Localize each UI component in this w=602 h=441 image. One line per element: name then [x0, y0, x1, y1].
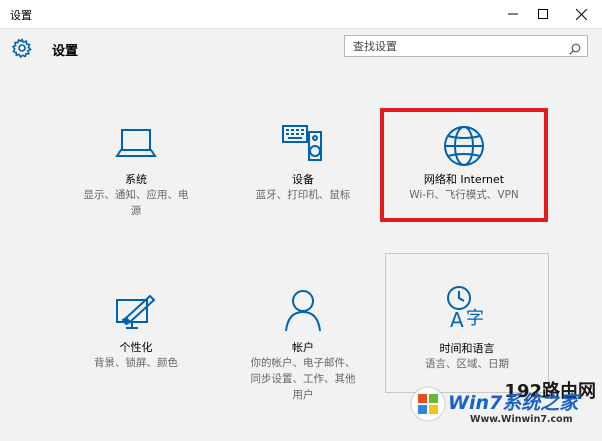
gear-icon [11, 37, 32, 62]
tile-personalization[interactable]: 个性化 背景、锁屏、颜色 [55, 282, 217, 382]
keyboard-speaker-icon [281, 122, 325, 168]
svg-text:A: A [450, 308, 464, 330]
maximize-button[interactable] [526, 0, 560, 28]
tile-time-language-label: 时间和语言 [439, 342, 495, 355]
laptop-icon [115, 128, 157, 164]
tile-time-language-desc: 语言、区域、日期 [425, 358, 509, 370]
person-icon [283, 288, 323, 336]
watermark-url: Www.Winwin7.com [470, 414, 573, 425]
tile-network-label: 网络和 Internet [423, 173, 505, 186]
tile-time-language[interactable]: A 字 时间和语言 语言、区域、日期 [385, 253, 549, 393]
minimize-button[interactable] [496, 0, 530, 28]
window-title: 设置 [10, 9, 32, 22]
minimize-icon [508, 13, 518, 15]
maximize-icon [538, 9, 548, 19]
tile-personalization-desc: 背景、锁屏、颜色 [94, 357, 178, 369]
tile-personalization-label: 个性化 [119, 341, 153, 354]
tile-devices-label: 设备 [292, 173, 314, 186]
tile-system-label: 系统 [125, 173, 147, 186]
search-input[interactable] [353, 38, 553, 54]
tile-network-desc: Wi-Fi、飞行模式、VPN [409, 189, 519, 201]
close-button[interactable] [564, 0, 598, 28]
tile-devices-desc: 蓝牙、打印机、鼠标 [255, 189, 351, 201]
title-bar: 设置 [0, 0, 602, 29]
settings-header: 设置 [0, 28, 602, 72]
search-icon[interactable] [569, 40, 581, 59]
tile-devices[interactable]: 设备 蓝牙、打印机、鼠标 [222, 108, 384, 220]
tile-system[interactable]: 系统 显示、通知、应用、电 源 [55, 108, 217, 220]
paint-monitor-icon [114, 294, 158, 338]
svg-text:字: 字 [466, 308, 484, 329]
globe-icon [442, 124, 486, 172]
tile-accounts-desc: 你的帐户、电子邮件、 同步设置、工作、其他 用户 [250, 357, 356, 401]
time-language-icon: A 字 [444, 284, 490, 334]
tile-accounts[interactable]: 帐户 你的帐户、电子邮件、 同步设置、工作、其他 用户 [222, 282, 384, 412]
page-title: 设置 [52, 44, 79, 59]
tile-network-internet[interactable]: 网络和 Internet Wi-Fi、飞行模式、VPN [380, 108, 548, 222]
search-box[interactable] [344, 35, 588, 57]
watermark-brand: Win7系统之家 [448, 392, 579, 414]
tile-accounts-label: 帐户 [292, 341, 314, 354]
windows-logo-icon [410, 386, 446, 426]
close-icon [575, 8, 587, 20]
tile-system-desc: 显示、通知、应用、电 源 [83, 189, 189, 217]
